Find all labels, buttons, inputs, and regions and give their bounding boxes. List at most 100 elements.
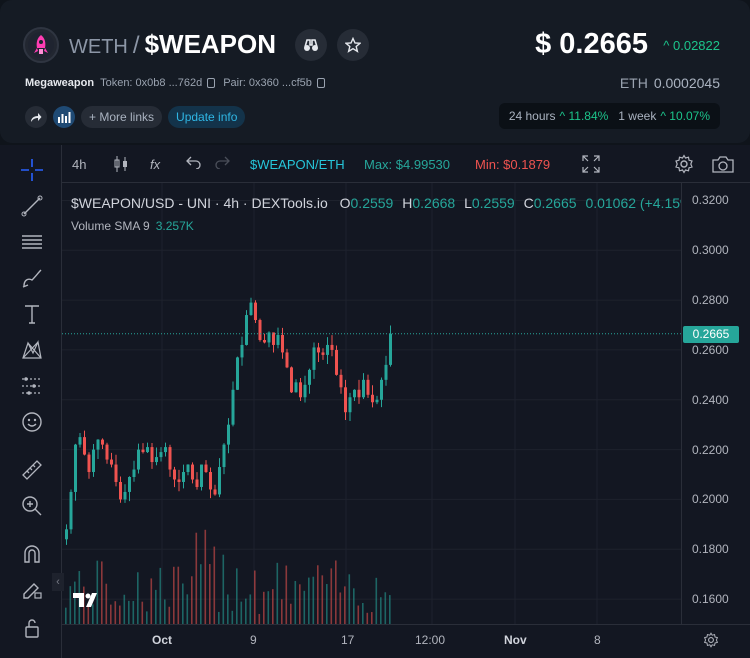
candle[interactable] <box>375 399 379 403</box>
candle[interactable] <box>96 439 100 450</box>
candle[interactable] <box>182 472 185 482</box>
candle[interactable] <box>380 379 383 400</box>
candle[interactable] <box>236 357 239 390</box>
candle[interactable] <box>114 464 118 482</box>
candle[interactable] <box>281 334 284 353</box>
brush-tool[interactable] <box>19 265 45 291</box>
settings-button[interactable] <box>674 154 694 177</box>
indicators-button[interactable]: fx <box>150 157 160 172</box>
candle[interactable] <box>335 349 338 375</box>
candle[interactable] <box>92 449 95 473</box>
pair-selector[interactable]: $WEAPON/ETH <box>250 157 345 172</box>
candle[interactable] <box>326 344 329 355</box>
candle[interactable] <box>348 397 352 413</box>
tradingview-logo-icon[interactable] <box>72 591 98 609</box>
candlestick-plot[interactable] <box>62 183 681 624</box>
candle[interactable] <box>137 449 140 470</box>
candle[interactable] <box>74 444 77 492</box>
candle[interactable] <box>276 334 280 345</box>
text-tool[interactable] <box>19 301 45 327</box>
candle[interactable] <box>299 382 302 398</box>
candle[interactable] <box>164 447 167 453</box>
candle[interactable] <box>258 320 262 340</box>
fullscreen-button[interactable] <box>582 155 600 176</box>
trendline-tool[interactable] <box>19 193 45 219</box>
candle[interactable] <box>330 344 334 350</box>
candle[interactable] <box>362 379 365 398</box>
redo-button[interactable] <box>214 155 230 172</box>
candle[interactable] <box>177 479 181 482</box>
candle[interactable] <box>155 457 158 463</box>
candle[interactable] <box>200 464 203 487</box>
draw-mode-tool[interactable] <box>19 577 45 603</box>
candle[interactable] <box>123 491 127 500</box>
interval-selector[interactable]: 4h <box>72 157 86 172</box>
magnet-tool[interactable] <box>19 541 45 567</box>
candle[interactable] <box>321 352 325 355</box>
candle[interactable] <box>65 529 68 540</box>
candle[interactable] <box>272 332 275 345</box>
candle[interactable] <box>209 472 212 490</box>
ruler-tool[interactable] <box>19 457 45 483</box>
candle[interactable] <box>263 339 266 343</box>
candle[interactable] <box>308 369 311 385</box>
share-button[interactable] <box>25 106 47 128</box>
candle[interactable] <box>371 394 374 403</box>
candle[interactable] <box>186 464 190 473</box>
candle[interactable] <box>119 481 122 500</box>
candle[interactable] <box>87 454 91 473</box>
candle[interactable] <box>195 479 199 487</box>
candle[interactable] <box>285 352 289 368</box>
binoculars-button[interactable] <box>295 29 327 61</box>
copy-token-icon[interactable] <box>207 78 216 88</box>
pattern-tool[interactable] <box>19 337 45 363</box>
candle[interactable] <box>168 447 172 470</box>
time-axis[interactable]: Oct 9 17 12:00 Nov 8 <box>62 624 750 658</box>
candle[interactable] <box>191 464 194 480</box>
chart-link-button[interactable] <box>53 106 75 128</box>
copy-pair-icon[interactable] <box>316 78 325 88</box>
candle[interactable] <box>105 444 109 460</box>
candle[interactable] <box>303 384 307 398</box>
candle[interactable] <box>110 459 113 465</box>
candle[interactable] <box>141 449 145 453</box>
candle[interactable] <box>317 347 320 353</box>
candle[interactable] <box>384 364 388 380</box>
candle[interactable] <box>173 469 176 480</box>
candle[interactable] <box>245 315 248 345</box>
crosshair-tool[interactable] <box>19 157 45 183</box>
prediction-tool[interactable] <box>19 373 45 399</box>
candle[interactable] <box>344 387 347 413</box>
undo-button[interactable] <box>186 155 202 172</box>
candle[interactable] <box>366 379 370 395</box>
candle[interactable] <box>159 452 163 458</box>
candle[interactable] <box>213 489 217 495</box>
lock-tool[interactable] <box>19 615 45 641</box>
candle[interactable] <box>240 344 244 358</box>
price-axis[interactable]: 0.2665 0.3200 0.3000 0.2800 0.2600 0.2400 0.2… <box>681 183 750 624</box>
candle[interactable] <box>218 467 221 495</box>
candle[interactable] <box>231 389 235 425</box>
favorite-button[interactable] <box>337 29 369 61</box>
update-info-button[interactable]: Update info <box>168 106 246 128</box>
candle[interactable] <box>249 302 253 316</box>
candle[interactable] <box>389 333 392 365</box>
candle[interactable] <box>128 477 131 492</box>
candle[interactable] <box>132 469 136 477</box>
snapshot-button[interactable] <box>712 155 734 176</box>
chart-pane[interactable]: $WEAPON/USD - UNI · 4h · DEXTools.io O0.… <box>62 183 750 624</box>
candle[interactable] <box>204 464 208 473</box>
candle[interactable] <box>294 382 298 393</box>
fib-tool[interactable] <box>19 229 45 255</box>
collapse-toolbar-button[interactable]: ‹ <box>52 573 64 591</box>
candle[interactable] <box>222 444 226 468</box>
candle[interactable] <box>353 389 356 398</box>
axis-settings-button[interactable] <box>703 632 719 653</box>
candle[interactable] <box>312 347 316 370</box>
candle[interactable] <box>150 447 154 463</box>
candle[interactable] <box>357 389 361 398</box>
candle[interactable] <box>339 374 343 388</box>
candle-type-button[interactable] <box>114 155 128 176</box>
candle[interactable] <box>69 491 73 530</box>
more-links-button[interactable]: + More links <box>81 106 163 128</box>
